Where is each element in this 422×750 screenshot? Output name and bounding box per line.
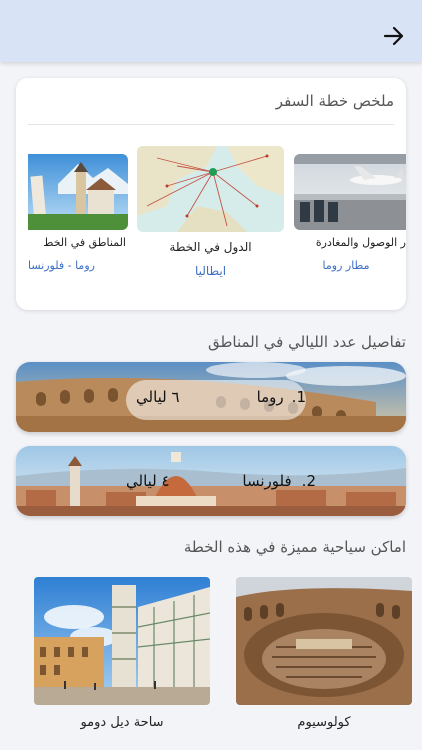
duomo-square-photo [34, 577, 210, 705]
place-label: ساحة ديل دومو [80, 715, 164, 730]
travel-plan-summary-card: ملخص خطة السفر ر الوصول والمغادرة مطار ر… [16, 78, 406, 310]
summary-title: ملخص خطة السفر [275, 92, 394, 110]
back-button[interactable] [382, 24, 406, 48]
place-card-colosseum[interactable]: كولوسيوم [236, 577, 412, 730]
summary-item-value: مطار روما [322, 259, 370, 272]
summary-item-label: الدول في الخطة [169, 240, 252, 254]
nights-index: 2. [301, 472, 316, 490]
map-photo [137, 146, 284, 232]
summary-divider [28, 124, 394, 125]
nights-index: 1. [291, 388, 306, 406]
nights-city: فلورنسا [242, 472, 292, 490]
nights-item-florence[interactable]: 2. فلورنسا ٤ ليالي [16, 446, 406, 516]
airport-photo [294, 154, 406, 230]
nights-count: ٤ ليالي [126, 472, 170, 490]
pisa-photo [28, 154, 128, 230]
summary-item-label: ر الوصول والمغادرة [315, 236, 406, 249]
nights-section-title: تفاصيل عدد الليالي في المناطق [207, 333, 406, 351]
top-app-bar [0, 0, 422, 62]
place-label: كولوسيوم [297, 715, 351, 730]
colosseum-photo [236, 577, 412, 705]
nights-city: روما [256, 388, 284, 406]
nights-count: ٦ ليالي [136, 388, 180, 406]
arrow-right-icon [383, 26, 404, 46]
place-card-duomo-square[interactable]: ساحة ديل دومو [34, 577, 210, 730]
summary-item-label: المناطق في الخط [43, 236, 126, 249]
places-section-title: اماكن سياحية مميزة في هذه الخطة [183, 538, 406, 556]
summary-item-value: روما - فلورنسا [28, 259, 95, 272]
summary-item-value: ايطاليا [194, 264, 227, 278]
nights-item-rome[interactable]: 1. روما ٦ ليالي [16, 362, 406, 432]
